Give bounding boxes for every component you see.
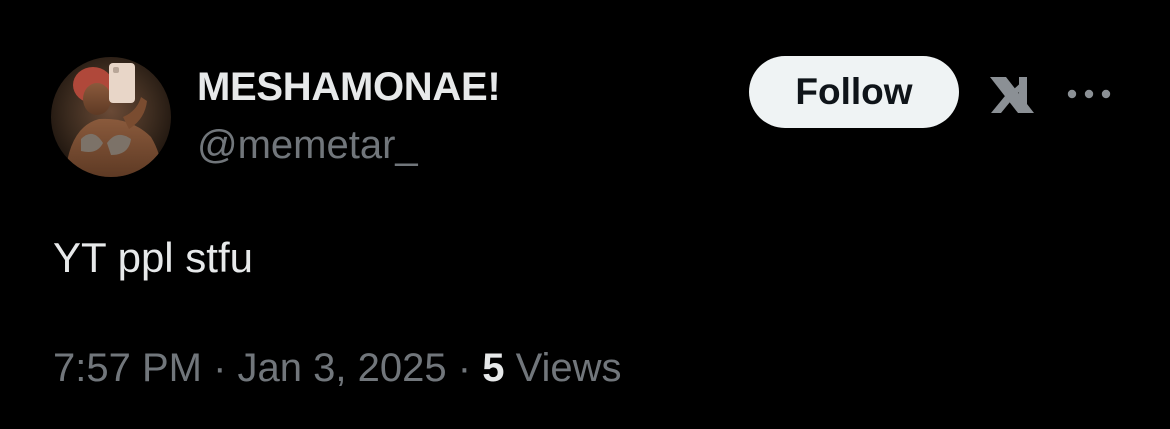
views-count[interactable]: 5 <box>482 346 504 390</box>
display-name[interactable]: MESHAMONAE! <box>197 63 501 111</box>
views-label[interactable]: Views <box>516 346 622 390</box>
profile-photo-icon <box>51 57 171 177</box>
follow-button[interactable]: Follow <box>749 56 959 128</box>
separator-dot: · <box>457 346 472 390</box>
avatar[interactable] <box>51 57 171 177</box>
user-handle[interactable]: @memetar_ <box>197 121 418 169</box>
tweet-metadata: 7:57 PM · Jan 3, 2025 · 5 Views <box>53 344 622 392</box>
grok-icon[interactable] <box>987 74 1037 116</box>
tweet-time[interactable]: 7:57 PM <box>53 346 202 390</box>
follow-button-label: Follow <box>795 71 913 112</box>
tweet-text: YT ppl stfu <box>53 234 253 281</box>
more-horizontal-icon[interactable] <box>1062 80 1116 108</box>
separator-dot: · <box>213 346 227 390</box>
tweet-date[interactable]: Jan 3, 2025 <box>238 346 447 390</box>
